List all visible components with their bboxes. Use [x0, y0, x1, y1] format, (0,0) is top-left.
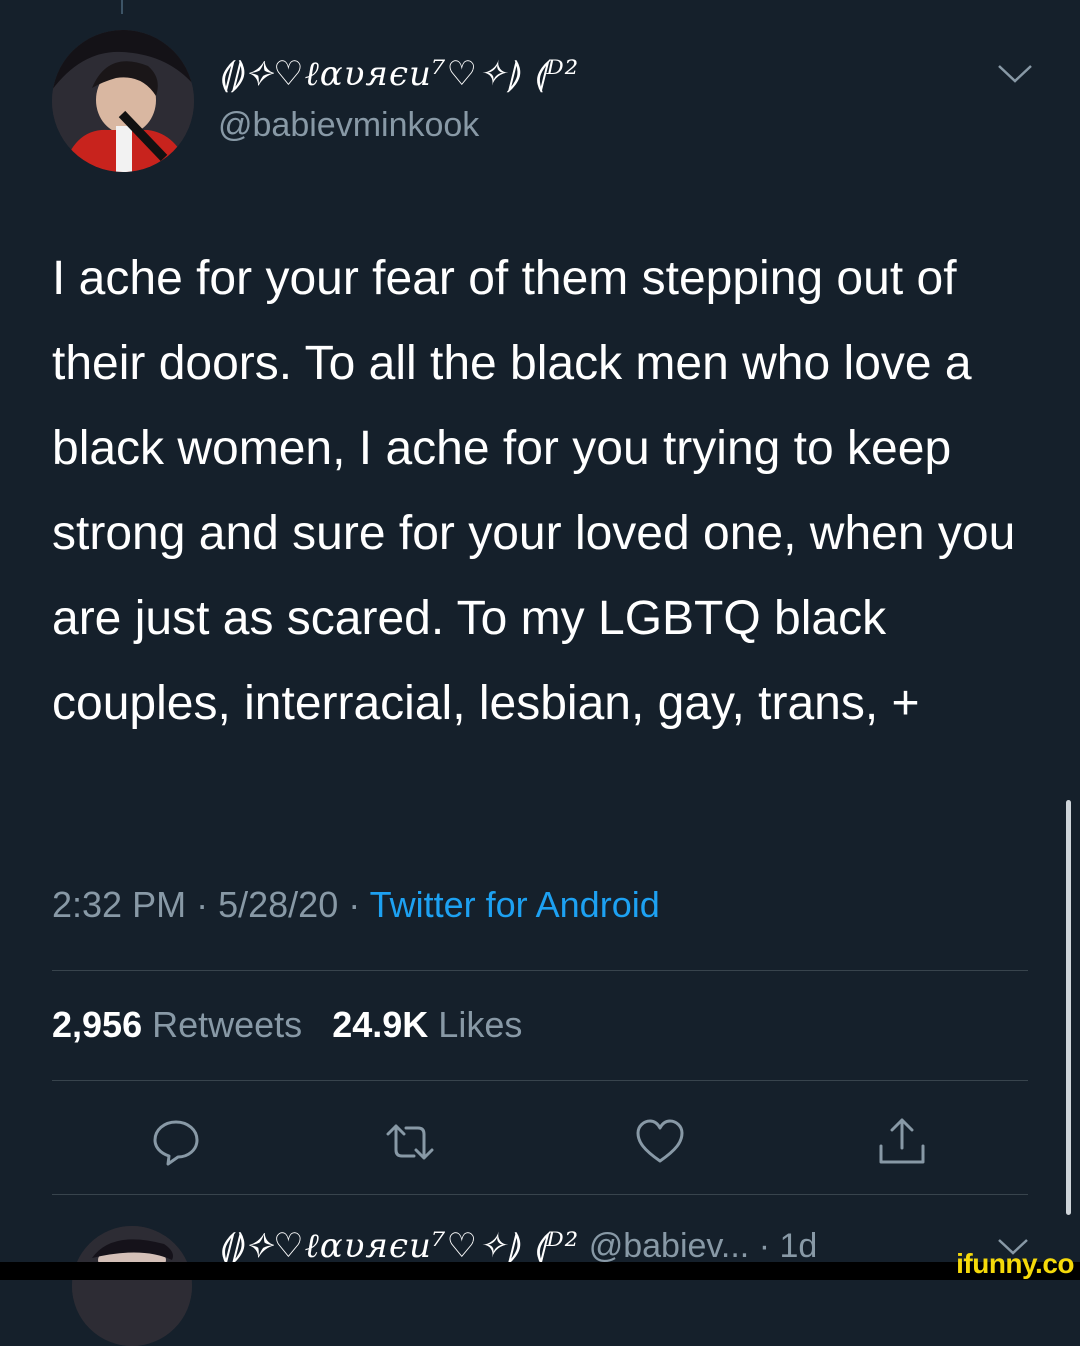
likes-label: Likes — [438, 1004, 523, 1045]
avatar[interactable] — [52, 30, 194, 172]
reply-avatar[interactable] — [72, 1226, 192, 1346]
retweet-button[interactable] — [384, 1116, 436, 1168]
divider — [52, 970, 1028, 971]
watermark-bar — [0, 1262, 1080, 1280]
divider — [52, 1194, 1028, 1195]
likes-count: 24.9K — [332, 1004, 429, 1045]
reply-separator: · — [758, 1227, 771, 1265]
retweets-count: 2,956 — [52, 1004, 143, 1045]
reply-age: 1d — [779, 1227, 818, 1265]
tweet-meta: 2:32 PM · 5/28/20 · Twitter for Android — [52, 884, 660, 926]
share-icon — [879, 1118, 925, 1164]
reply-avatar-image — [72, 1226, 192, 1346]
like-button[interactable] — [634, 1116, 686, 1168]
meta-separator: · — [196, 884, 209, 925]
tweet-source-link[interactable]: Twitter for Android — [370, 884, 660, 925]
watermark-logo: ifunny.co — [956, 1248, 1074, 1279]
likes-stat[interactable]: 24.9K Likes — [332, 1004, 522, 1045]
divider — [52, 1080, 1028, 1081]
user-handle[interactable]: @babievminkook — [218, 106, 479, 145]
share-button[interactable] — [876, 1116, 928, 1168]
tweet-date: 5/28/20 — [218, 884, 339, 925]
tweet-stats: 2,956 Retweets 24.9K Likes — [52, 1004, 522, 1046]
reply-handle: @babiev... — [588, 1227, 750, 1265]
scrollbar[interactable] — [1066, 800, 1071, 1215]
reply-button[interactable] — [150, 1116, 202, 1168]
heart-icon — [636, 1119, 684, 1163]
thread-connector-line — [121, 0, 123, 14]
meta-separator: · — [348, 884, 361, 925]
retweet-icon — [386, 1124, 434, 1160]
reply-icon — [153, 1120, 199, 1166]
reply-display-name: ⟬⟭✧♡ℓαυяєи⁷♡✧⟭ ⟬ᴰ² — [218, 1226, 580, 1266]
reply-header[interactable]: ⟬⟭✧♡ℓαυяєи⁷♡✧⟭ ⟬ᴰ² @babiev... · 1d — [218, 1226, 817, 1266]
avatar-image — [52, 30, 194, 172]
retweets-label: Retweets — [152, 1004, 303, 1045]
display-name[interactable]: ⟬⟭✧♡ℓαυяєи⁷♡✧⟭ ⟬ᴰ² — [218, 54, 579, 94]
tweet-text: I ache for your fear of them stepping ou… — [52, 252, 1016, 730]
chevron-down-icon[interactable] — [996, 62, 1034, 86]
tweet-time: 2:32 PM — [52, 884, 187, 925]
retweets-stat[interactable]: 2,956 Retweets — [52, 1004, 302, 1045]
